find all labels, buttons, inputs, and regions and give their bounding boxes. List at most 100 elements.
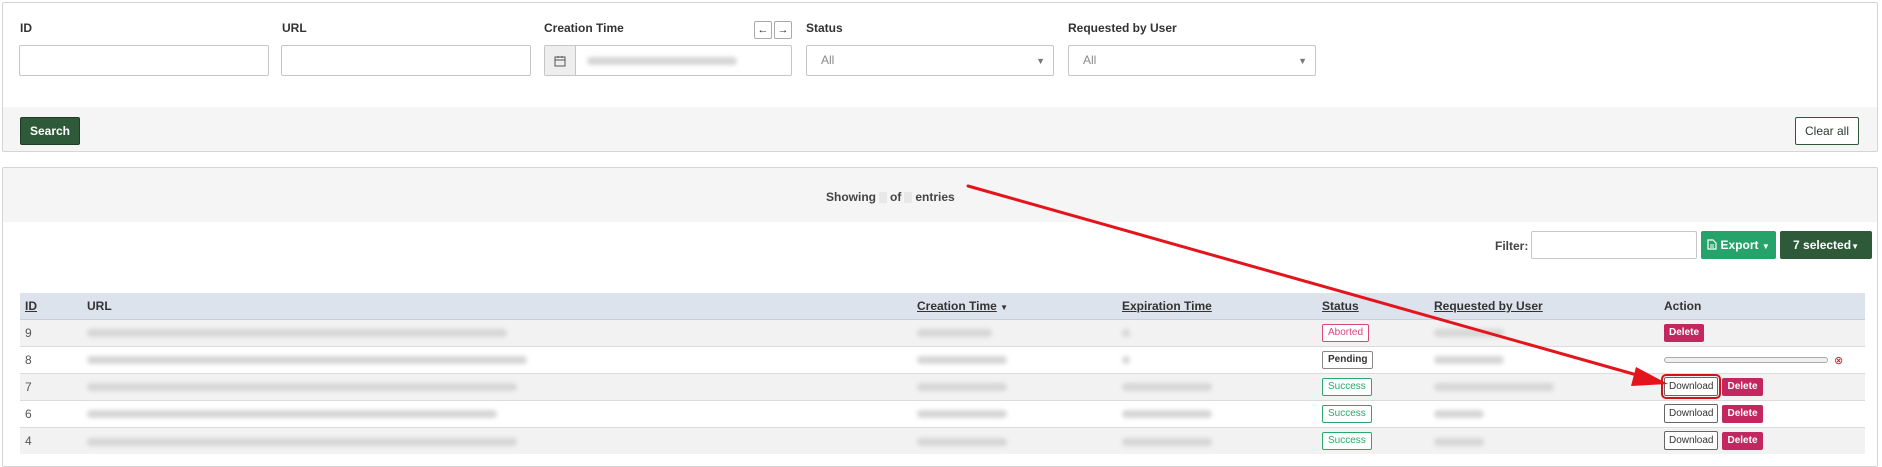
- table-row: 6 Success Download Delete: [20, 399, 1865, 427]
- cell-status: Success: [1317, 426, 1429, 454]
- download-button[interactable]: Download: [1664, 431, 1719, 451]
- table-row: 8 Pending ⊗: [20, 345, 1865, 373]
- prev-range-button[interactable]: ←: [754, 21, 772, 39]
- table-row: 9 Aborted Delete: [20, 318, 1865, 346]
- col-id-header[interactable]: ID: [20, 293, 82, 320]
- cell-action: Delete: [1659, 318, 1865, 346]
- file-export-icon: [1707, 238, 1720, 252]
- entries-count-redacted: [879, 192, 887, 204]
- col-requested-by-header[interactable]: Requested by User: [1429, 293, 1659, 320]
- cell-expiration-time-redacted: [1117, 318, 1317, 346]
- cell-expiration-time-redacted: [1117, 399, 1317, 427]
- calendar-icon[interactable]: [545, 46, 576, 75]
- cell-url-redacted[interactable]: [82, 372, 912, 400]
- results-panel: Showing of entries Filter: Export ▼ 7 sele…: [2, 167, 1878, 467]
- table-header-row: ID URL Creation Time ▼ Expiration Time S…: [20, 293, 1865, 320]
- showing-suffix: entries: [915, 190, 955, 204]
- status-badge: Pending: [1322, 350, 1374, 369]
- url-label: URL: [282, 21, 307, 35]
- cell-creation-time-redacted: [912, 318, 1117, 346]
- cell-id: 8: [20, 345, 82, 373]
- clear-all-button[interactable]: Clear all: [1795, 117, 1859, 145]
- status-label: Status: [806, 21, 843, 35]
- download-button[interactable]: Download: [1664, 404, 1719, 423]
- filter-input[interactable]: [1531, 231, 1697, 259]
- cell-requested-by-redacted: [1429, 399, 1659, 427]
- export-label: Export: [1720, 238, 1759, 252]
- cell-status: Success: [1317, 399, 1429, 427]
- cell-id: 7: [20, 372, 82, 400]
- chevron-down-icon: ▼: [1761, 242, 1770, 251]
- table-row: 7 Success Download Delete: [20, 372, 1865, 400]
- export-button[interactable]: Export ▼: [1701, 231, 1776, 259]
- cancel-circle-icon[interactable]: ⊗: [1834, 355, 1843, 367]
- search-panel: ID URL Creation Time ← → Status All ▼ Re…: [2, 2, 1878, 152]
- progress-bar: [1664, 357, 1828, 364]
- next-range-button[interactable]: →: [774, 21, 792, 39]
- status-badge: Success: [1322, 431, 1372, 450]
- cell-status: Success: [1317, 372, 1429, 400]
- cell-action: Download Delete: [1659, 426, 1865, 454]
- cell-id: 4: [20, 426, 82, 454]
- table-row: 4 Success Download Delete: [20, 426, 1865, 454]
- col-expiration-time-header[interactable]: Expiration Time: [1117, 293, 1317, 320]
- cell-requested-by-redacted: [1429, 345, 1659, 373]
- cell-requested-by-redacted: [1429, 426, 1659, 454]
- cell-url-redacted[interactable]: [82, 318, 912, 346]
- col-url-header: URL: [82, 293, 912, 320]
- cell-creation-time-redacted: [912, 426, 1117, 454]
- cell-url-redacted[interactable]: [82, 426, 912, 454]
- col-creation-time-header[interactable]: Creation Time ▼: [912, 293, 1117, 320]
- cell-requested-by-redacted: [1429, 372, 1659, 400]
- status-badge: Success: [1322, 404, 1372, 423]
- filter-label: Filter:: [1495, 239, 1529, 253]
- download-button[interactable]: Download: [1660, 374, 1722, 399]
- url-input[interactable]: [281, 45, 531, 76]
- showing-prefix: Showing: [826, 190, 876, 204]
- id-label: ID: [20, 21, 32, 35]
- id-input[interactable]: [19, 45, 269, 76]
- cell-status: Aborted: [1317, 318, 1429, 346]
- delete-button[interactable]: Delete: [1722, 378, 1763, 396]
- status-badge: Aborted: [1322, 323, 1370, 342]
- requested-by-label: Requested by User: [1068, 21, 1177, 35]
- col-action-header: Action: [1659, 293, 1865, 320]
- cell-creation-time-redacted: [912, 345, 1117, 373]
- showing-entries-text: Showing of entries: [826, 190, 955, 204]
- cell-id: 9: [20, 318, 82, 346]
- search-button[interactable]: Search: [20, 117, 80, 145]
- col-status-header[interactable]: Status: [1317, 293, 1429, 320]
- selected-count-button[interactable]: 7 selected▼: [1780, 231, 1872, 259]
- sort-desc-icon: ▼: [1000, 302, 1009, 312]
- cell-expiration-time-redacted: [1117, 345, 1317, 373]
- cell-status: Pending: [1317, 345, 1429, 373]
- status-select[interactable]: All ▼: [806, 45, 1054, 76]
- results-table: ID URL Creation Time ▼ Expiration Time S…: [20, 293, 1865, 454]
- delete-button[interactable]: Delete: [1664, 323, 1705, 342]
- cell-action: Download Delete: [1659, 399, 1865, 427]
- cell-creation-time-redacted: [912, 399, 1117, 427]
- cell-action: Download Delete: [1659, 372, 1865, 400]
- cell-action: ⊗: [1659, 345, 1865, 373]
- chevron-down-icon: ▼: [1851, 242, 1859, 251]
- entries-total-redacted: [904, 192, 913, 204]
- requested-by-select-value: All: [1083, 53, 1097, 67]
- cell-expiration-time-redacted: [1117, 426, 1317, 454]
- delete-button[interactable]: Delete: [1722, 405, 1763, 423]
- cell-expiration-time-redacted: [1117, 372, 1317, 400]
- selected-count-label: 7 selected: [1793, 238, 1852, 252]
- cell-requested-by-redacted: [1429, 318, 1659, 346]
- chevron-down-icon: ▼: [1036, 56, 1045, 66]
- chevron-down-icon: ▼: [1298, 56, 1307, 66]
- cell-url-redacted[interactable]: [82, 345, 912, 373]
- creation-time-label: Creation Time: [544, 21, 624, 35]
- status-badge: Success: [1322, 377, 1372, 396]
- delete-button[interactable]: Delete: [1722, 432, 1763, 451]
- status-select-value: All: [821, 53, 835, 67]
- cell-creation-time-redacted: [912, 372, 1117, 400]
- creation-time-input[interactable]: [544, 45, 792, 76]
- requested-by-select[interactable]: All ▼: [1068, 45, 1316, 76]
- search-actions-bar: [3, 107, 1877, 151]
- cell-url-redacted[interactable]: [82, 399, 912, 427]
- creation-time-value-redacted: [587, 57, 737, 65]
